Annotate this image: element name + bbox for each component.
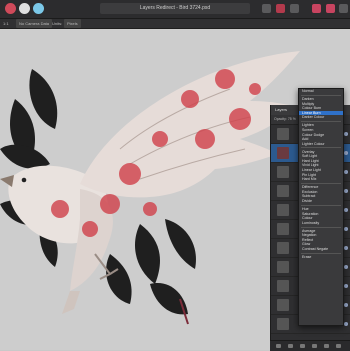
- visibility-dot[interactable]: [344, 303, 348, 307]
- menu-separator: [301, 226, 341, 228]
- mask-icon[interactable]: [288, 344, 293, 348]
- blend-mode-item[interactable]: Darker Colour: [299, 115, 343, 120]
- visibility-dot[interactable]: [344, 151, 348, 155]
- blend-mode-item[interactable]: Divide: [299, 199, 343, 204]
- units-select[interactable]: Pixels: [64, 19, 81, 28]
- toolbar-icon[interactable]: [276, 4, 285, 13]
- trash-icon[interactable]: [336, 344, 341, 348]
- blend-mode-item[interactable]: Hard Mix: [299, 177, 343, 182]
- layer-thumbnail: [277, 242, 289, 254]
- toolbar-icon[interactable]: [326, 4, 335, 13]
- toolbar-icon[interactable]: [312, 4, 321, 13]
- blend-mode-dropdown[interactable]: Normal Darken Multiply Colour Burn Linear Bu…: [298, 88, 344, 326]
- zoom-readout: 1:1: [3, 21, 9, 26]
- blend-mode-item[interactable]: Contrast Negate: [299, 247, 343, 252]
- layer-thumbnail: [277, 166, 289, 178]
- menu-separator: [301, 94, 341, 96]
- layer-options-icon[interactable]: [276, 344, 281, 348]
- blend-mode-item[interactable]: Lighter Colour: [299, 142, 343, 147]
- fx-icon[interactable]: [312, 344, 317, 348]
- visibility-dot[interactable]: [344, 322, 348, 326]
- toolbar-icon[interactable]: [339, 4, 348, 13]
- layer-thumbnail: [277, 318, 289, 330]
- opacity-value[interactable]: 75 %: [288, 117, 296, 121]
- opacity-label: Opacity:: [274, 117, 287, 121]
- visibility-dot[interactable]: [344, 284, 348, 288]
- persona-icon-2[interactable]: [33, 3, 44, 14]
- menu-separator: [301, 121, 341, 123]
- group-icon[interactable]: [324, 344, 329, 348]
- layer-thumbnail: [277, 280, 289, 292]
- layer-thumbnail: [277, 147, 289, 159]
- toolbar-icon[interactable]: [262, 4, 271, 13]
- menu-separator: [301, 204, 341, 206]
- visibility-dot[interactable]: [344, 208, 348, 212]
- menu-separator: [301, 183, 341, 184]
- document-title: Layers Redirect - Bird 3724.psd: [100, 3, 250, 14]
- blend-mode-item[interactable]: Luminosity: [299, 221, 343, 226]
- layer-thumbnail: [277, 223, 289, 235]
- layer-thumbnail: [277, 128, 289, 140]
- layer-thumbnail: [277, 299, 289, 311]
- menu-separator: [301, 147, 341, 149]
- visibility-dot[interactable]: [344, 246, 348, 250]
- title-bar: Layers Redirect - Bird 3724.psd: [0, 0, 350, 19]
- app-icon[interactable]: [5, 3, 16, 14]
- blend-mode-item[interactable]: Normal: [299, 89, 343, 94]
- visibility-dot[interactable]: [344, 227, 348, 231]
- menu-separator: [301, 252, 341, 254]
- units-label: Units:: [52, 21, 63, 26]
- context-toolbar: 1:1 No Camera Data Units: Pixels: [0, 19, 350, 29]
- adjustment-icon[interactable]: [300, 344, 305, 348]
- blend-mode-item[interactable]: Erase: [299, 255, 343, 260]
- visibility-dot[interactable]: [344, 170, 348, 174]
- visibility-dot[interactable]: [344, 265, 348, 269]
- toolbar-icon[interactable]: [290, 4, 299, 13]
- layers-bottom-bar: [270, 340, 350, 351]
- layer-thumbnail: [277, 261, 289, 273]
- profile-select[interactable]: No Camera Data: [16, 19, 53, 28]
- layer-thumbnail: [277, 185, 289, 197]
- persona-icon[interactable]: [19, 3, 30, 14]
- visibility-dot[interactable]: [344, 132, 348, 136]
- visibility-dot[interactable]: [344, 189, 348, 193]
- layer-thumbnail: [277, 204, 289, 216]
